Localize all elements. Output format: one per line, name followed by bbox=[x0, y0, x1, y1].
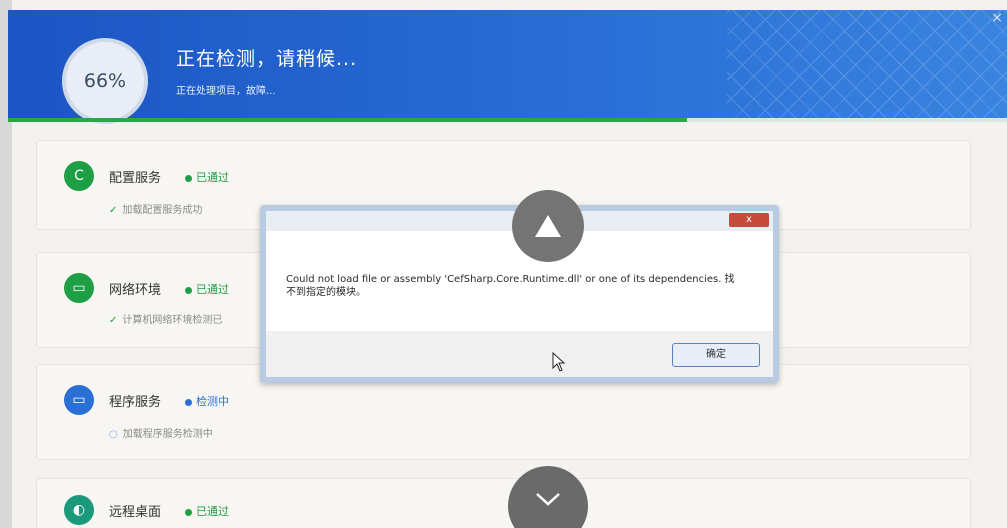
status-dot-icon bbox=[185, 174, 192, 182]
scroll-up-button[interactable] bbox=[512, 190, 584, 262]
dialog-footer: 确定 bbox=[266, 331, 773, 377]
chevron-down-icon bbox=[536, 493, 560, 506]
monitor-icon: ▭ bbox=[64, 273, 94, 303]
check-detail-text: 加载程序服务检测中 bbox=[122, 429, 213, 440]
status-text: 已通过 bbox=[196, 283, 229, 296]
status-subtitle: 正在处理项目，故障... bbox=[176, 86, 276, 97]
status-text: 已通过 bbox=[196, 171, 229, 184]
check-title: 程序服务 bbox=[109, 395, 162, 410]
status-badge: 已通过 bbox=[185, 281, 229, 297]
status-badge: 已通过 bbox=[185, 169, 229, 185]
header-pattern bbox=[727, 10, 1007, 118]
loading-icon: ◌ bbox=[109, 429, 118, 440]
check-card-remote-desktop: ◐ 远程桌面 已通过 bbox=[36, 478, 971, 528]
progress-fill bbox=[8, 118, 688, 122]
progress-circle: 66% bbox=[62, 38, 148, 124]
triangle-up-icon bbox=[535, 215, 561, 237]
scroll-down-button[interactable] bbox=[508, 466, 588, 528]
progress-percent: 66% bbox=[83, 70, 127, 92]
status-title: 正在检测，请稍候... bbox=[176, 48, 358, 70]
dialog-close-button[interactable]: x bbox=[729, 213, 769, 227]
check-detail-text: 加载配置服务成功 bbox=[122, 205, 203, 216]
check-title: 网络环境 bbox=[109, 283, 162, 298]
status-dot-icon bbox=[185, 398, 192, 406]
ok-button[interactable]: 确定 bbox=[672, 343, 760, 367]
check-title: 配置服务 bbox=[109, 171, 162, 186]
check-icon: ✓ bbox=[109, 205, 118, 216]
window-close-icon[interactable]: × bbox=[991, 10, 1003, 26]
close-icon: x bbox=[746, 214, 752, 225]
check-icon: ✓ bbox=[109, 315, 118, 326]
status-badge: 已通过 bbox=[185, 503, 229, 519]
header-bar: × 66% 正在检测，请稍候... 正在处理项目，故障... bbox=[8, 10, 1007, 124]
check-detail: ✓ 计算机网络环境检测已 bbox=[109, 311, 222, 326]
error-message: Could not load file or assembly 'CefShar… bbox=[286, 274, 735, 298]
status-dot-icon bbox=[185, 508, 192, 516]
status-text: 已通过 bbox=[196, 505, 229, 518]
screen: × 66% 正在检测，请稍候... 正在处理项目，故障... C 配置服务 已通… bbox=[0, 0, 1007, 528]
check-detail: ✓ 加载配置服务成功 bbox=[109, 201, 202, 216]
monitor-icon: ▭ bbox=[64, 385, 94, 415]
check-title: 远程桌面 bbox=[109, 505, 162, 520]
status-text: 检测中 bbox=[196, 395, 229, 408]
mouse-cursor-icon bbox=[552, 352, 566, 372]
progress-track bbox=[8, 118, 1007, 122]
status-badge: 检测中 bbox=[185, 393, 229, 409]
status-dot-icon bbox=[185, 286, 192, 294]
check-detail-text: 计算机网络环境检测已 bbox=[122, 315, 223, 326]
check-detail: ◌ 加载程序服务检测中 bbox=[109, 425, 213, 440]
remote-icon: ◐ bbox=[64, 495, 94, 525]
c-icon: C bbox=[64, 161, 94, 191]
